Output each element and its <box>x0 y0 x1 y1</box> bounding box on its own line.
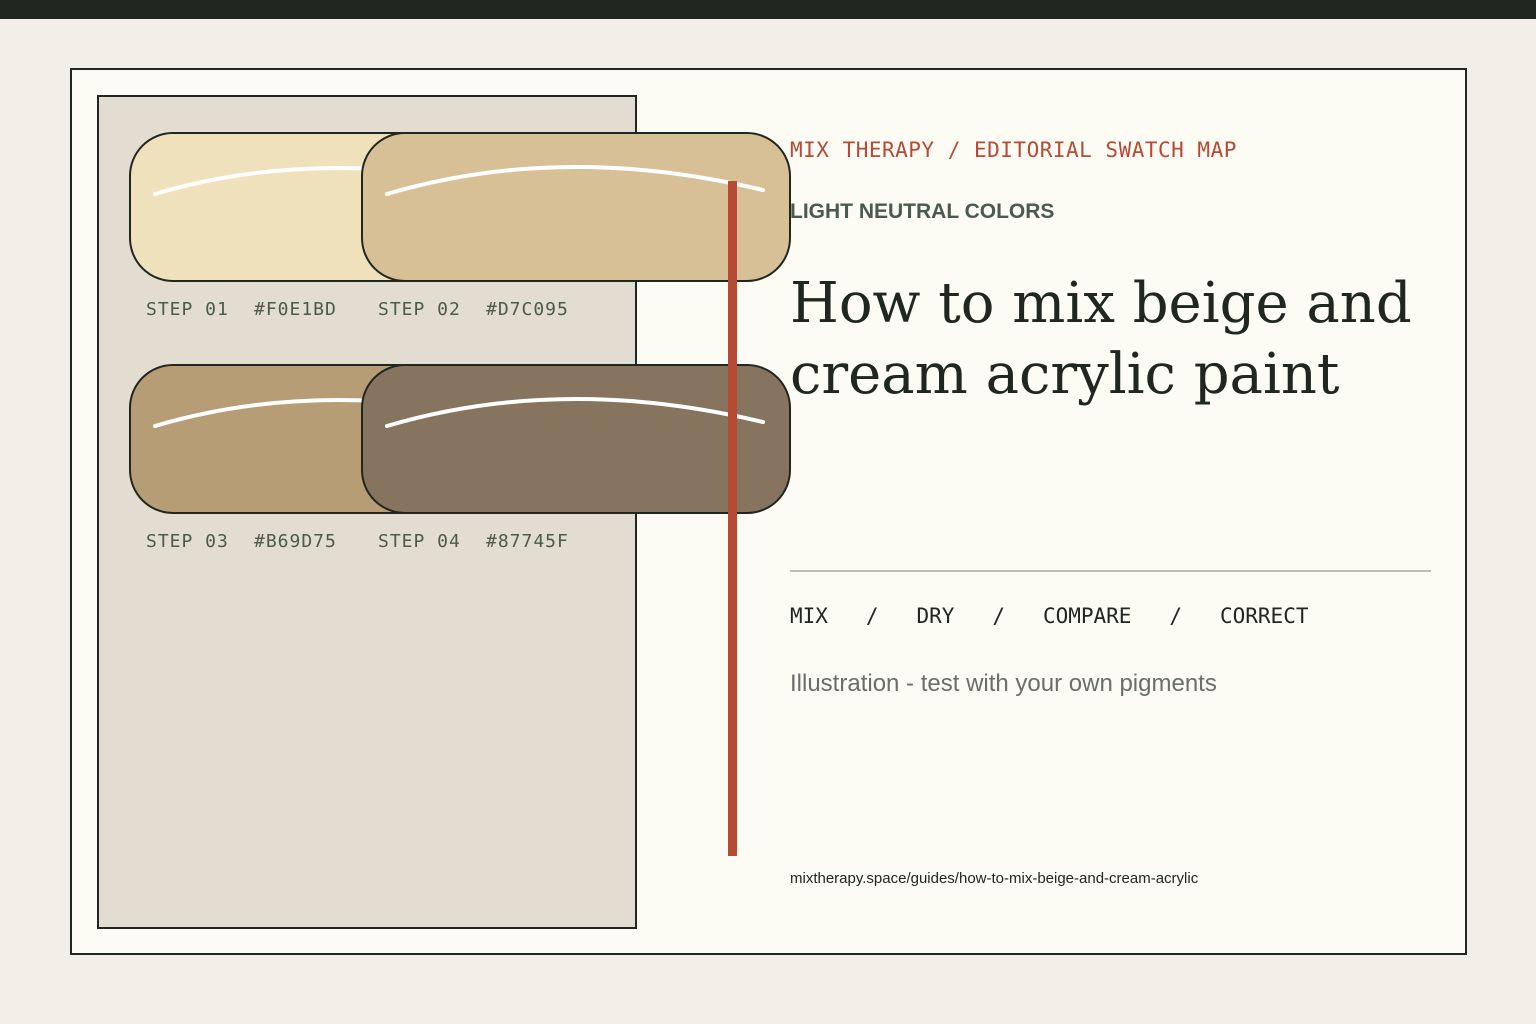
accent-rule <box>728 181 737 856</box>
page-title: How to mix beige and cream acrylic paint <box>790 271 1412 407</box>
process-step: DRY <box>916 604 955 628</box>
top-bar <box>0 0 1536 19</box>
category-label: LIGHT NEUTRAL COLORS <box>790 200 1055 223</box>
process-step: CORRECT <box>1219 604 1309 628</box>
process-separator: / <box>1169 604 1183 628</box>
swatch-step-label: STEP 04 <box>378 531 461 552</box>
swatch-hex-label: #F0E1BD <box>254 299 337 320</box>
swatch-map-card: STEP 01 #F0E1BD STEP 02 #D7C095 STEP 03 … <box>70 68 1467 955</box>
swatch-step-04 <box>361 364 791 514</box>
swatch-hex-label: #D7C095 <box>486 299 569 320</box>
process-step: COMPARE <box>1042 604 1132 628</box>
divider <box>790 570 1431 572</box>
swatch-step-label: STEP 03 <box>146 531 229 552</box>
swatch-step-label: STEP 02 <box>378 299 461 320</box>
process-steps: MIX / DRY / COMPARE / CORRECT <box>790 604 1309 628</box>
process-separator: / <box>865 604 879 628</box>
swatch-hex-label: #B69D75 <box>254 531 337 552</box>
swatch-step-label: STEP 01 <box>146 299 229 320</box>
process-step: MIX <box>790 604 828 628</box>
eyebrow-text: MIX THERAPY / EDITORIAL SWATCH MAP <box>790 138 1237 162</box>
swatch-step-02 <box>361 132 791 282</box>
process-separator: / <box>992 604 1005 628</box>
disclaimer-note: Illustration - test with your own pigmen… <box>790 670 1217 697</box>
source-url: mixtherapy.space/guides/how-to-mix-beige… <box>790 870 1199 887</box>
swatch-hex-label: #87745F <box>486 531 569 552</box>
